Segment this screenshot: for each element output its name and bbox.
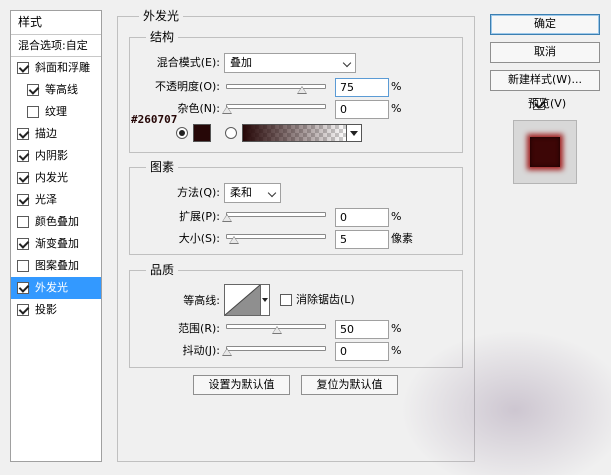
style-item-satin[interactable]: 光泽 <box>11 189 101 211</box>
quality-title: 品质 <box>146 263 179 277</box>
style-item-bevel-emboss[interactable]: 斜面和浮雕 <box>11 57 101 79</box>
style-item-label: 光泽 <box>35 193 57 206</box>
glow-gradient-preview[interactable] <box>242 124 347 142</box>
spread-label: 扩展(P): <box>179 210 220 223</box>
style-item-label: 内阴影 <box>35 149 68 162</box>
spread-slider-track[interactable] <box>226 212 326 217</box>
style-item-color-overlay[interactable]: 颜色叠加 <box>11 211 101 233</box>
size-unit: 像素 <box>391 232 413 245</box>
spread-unit: % <box>391 210 402 223</box>
style-item-label: 等高线 <box>45 83 78 96</box>
style-item-contour[interactable]: 等高线 <box>11 79 101 101</box>
noise-unit: % <box>391 102 402 115</box>
drop-shadow-checkbox[interactable] <box>17 304 29 316</box>
new-style-button[interactable]: 新建样式(W)... <box>490 70 600 91</box>
jitter-input[interactable]: 0 <box>335 342 389 361</box>
jitter-slider-thumb[interactable] <box>222 348 232 356</box>
jitter-unit: % <box>391 344 402 357</box>
style-item-label: 图案叠加 <box>35 259 79 272</box>
satin-checkbox[interactable] <box>17 194 29 206</box>
gradient-radio[interactable] <box>225 127 237 139</box>
contour-dropdown-button[interactable] <box>261 284 270 316</box>
method-select[interactable]: 柔和 <box>224 183 281 203</box>
style-item-texture[interactable]: 纹理 <box>11 101 101 123</box>
inner-glow-checkbox[interactable] <box>17 172 29 184</box>
contour-linear-icon <box>224 284 261 316</box>
ok-button[interactable]: 确定 <box>490 14 600 35</box>
style-item-label: 纹理 <box>45 105 67 118</box>
styles-header[interactable]: 样式 <box>11 11 101 35</box>
size-label: 大小(S): <box>178 232 220 245</box>
outer-glow-checkbox[interactable] <box>17 282 29 294</box>
color-hex-annotation: #260707 <box>131 113 178 126</box>
blend-mode-label: 混合模式(E): <box>156 56 220 69</box>
pattern-overlay-checkbox[interactable] <box>17 260 29 272</box>
style-item-label: 投影 <box>35 303 57 316</box>
bevel-emboss-checkbox[interactable] <box>17 62 29 74</box>
styles-list: 样式 混合选项:自定 斜面和浮雕 等高线 纹理 描边 内阴影 内发光 光泽 颜色… <box>10 10 102 462</box>
chevron-down-icon <box>267 188 277 198</box>
size-slider-thumb[interactable] <box>229 236 239 244</box>
style-item-gradient-overlay[interactable]: 渐变叠加 <box>11 233 101 255</box>
glow-color-swatch[interactable] <box>193 124 211 142</box>
spread-slider-thumb[interactable] <box>222 214 232 222</box>
antialias-label: 消除锯齿(L) <box>296 293 355 306</box>
reset-default-button[interactable]: 复位为默认值 <box>301 375 398 395</box>
elements-title: 图素 <box>146 160 179 174</box>
jitter-label: 抖动(J): <box>182 344 220 357</box>
style-item-pattern-overlay[interactable]: 图案叠加 <box>11 255 101 277</box>
set-default-button[interactable]: 设置为默认值 <box>193 375 290 395</box>
jitter-slider-track[interactable] <box>226 346 326 351</box>
style-item-inner-shadow[interactable]: 内阴影 <box>11 145 101 167</box>
preview-square <box>530 137 560 167</box>
method-label: 方法(Q): <box>177 186 220 199</box>
antialias-checkbox[interactable] <box>280 294 292 306</box>
style-item-label: 内发光 <box>35 171 68 184</box>
style-item-label: 斜面和浮雕 <box>35 61 90 74</box>
opacity-input[interactable]: 75 <box>335 78 389 97</box>
color-overlay-checkbox[interactable] <box>17 216 29 228</box>
structure-title: 结构 <box>146 30 179 44</box>
preview-label: 预览(V) <box>528 97 567 110</box>
style-item-label: 颜色叠加 <box>35 215 79 228</box>
method-value: 柔和 <box>230 186 252 199</box>
solid-color-radio[interactable] <box>176 127 188 139</box>
size-input[interactable]: 5 <box>335 230 389 249</box>
contour-checkbox[interactable] <box>27 84 39 96</box>
range-label: 范围(R): <box>178 322 220 335</box>
blend-mode-select[interactable]: 叠加 <box>224 53 356 73</box>
contour-preview[interactable] <box>224 284 261 316</box>
noise-slider-track[interactable] <box>226 104 326 109</box>
range-slider-thumb[interactable] <box>272 326 282 334</box>
size-slider-track[interactable] <box>226 234 326 239</box>
style-item-inner-glow[interactable]: 内发光 <box>11 167 101 189</box>
style-item-label: 外发光 <box>35 281 68 294</box>
blend-mode-value: 叠加 <box>230 56 252 69</box>
opacity-unit: % <box>391 80 402 93</box>
opacity-label: 不透明度(O): <box>155 80 220 93</box>
outer-glow-title: 外发光 <box>139 9 184 23</box>
noise-input[interactable]: 0 <box>335 100 389 119</box>
range-input[interactable]: 50 <box>335 320 389 339</box>
spread-input[interactable]: 0 <box>335 208 389 227</box>
noise-slider-thumb[interactable] <box>222 106 232 114</box>
cancel-button[interactable]: 取消 <box>490 42 600 63</box>
style-item-outer-glow[interactable]: 外发光 <box>11 277 101 299</box>
range-unit: % <box>391 322 402 335</box>
stroke-checkbox[interactable] <box>17 128 29 140</box>
style-preview-thumbnail <box>513 120 577 184</box>
gradient-dropdown-button[interactable] <box>346 124 362 142</box>
style-item-label: 渐变叠加 <box>35 237 79 250</box>
gradient-overlay-checkbox[interactable] <box>17 238 29 250</box>
blend-options-item[interactable]: 混合选项:自定 <box>11 35 101 57</box>
style-item-label: 描边 <box>35 127 57 140</box>
contour-label: 等高线: <box>183 294 220 307</box>
style-item-stroke[interactable]: 描边 <box>11 123 101 145</box>
opacity-slider-track[interactable] <box>226 84 326 89</box>
chevron-down-icon <box>342 58 352 68</box>
inner-shadow-checkbox[interactable] <box>17 150 29 162</box>
style-item-drop-shadow[interactable]: 投影 <box>11 299 101 321</box>
opacity-slider-thumb[interactable] <box>297 86 307 94</box>
texture-checkbox[interactable] <box>27 106 39 118</box>
